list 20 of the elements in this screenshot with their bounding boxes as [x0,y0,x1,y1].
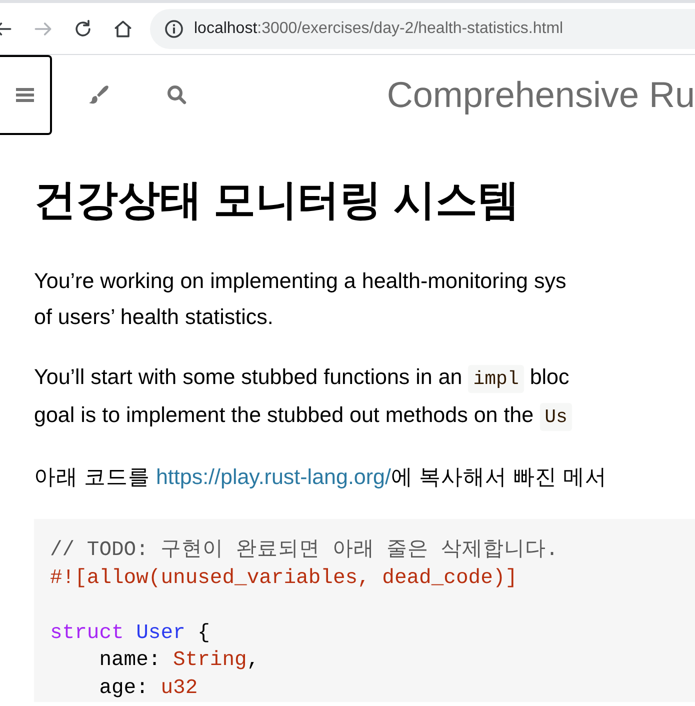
code-line: struct User { [50,620,211,647]
paintbrush-icon [88,84,110,106]
menu-button[interactable] [0,55,52,135]
code-line: age: u32 [98,676,199,702]
url-text: localhost:3000/exercises/day-2/health-statistics.html [194,18,564,38]
inline-code: impl [468,365,524,394]
address-bar[interactable]: localhost:3000/exercises/day-2/health-statistics.html [150,8,695,48]
code-line: name: String, [98,648,260,674]
code-line: // TODO: 구현이 완료되면 아래 줄은 삭제합니다. [50,538,560,564]
menu-icon [15,86,35,104]
paragraph: 아래 코드를 https://play.rust-lang.org/에 복사해서 빠진 메서 [34,464,608,492]
paragraph: You’re working on implementing a health-monitoring sys of users’ health statistics. [34,268,568,332]
search-icon [166,84,188,106]
page-heading: 건강상태 모니터링 시스템 [34,175,520,225]
info-icon [164,18,184,38]
inline-code: Us [540,403,572,432]
book-title: Comprehensive Ru [386,73,695,117]
paragraph: You’ll start with some stubbed functions in an impl bloc goal is to implement the stubbed out methods on the Us [34,359,695,436]
link[interactable]: https://play.rust-lang.org/ [156,465,391,490]
code-line: #![allow(unused_variables, dead_code)] [50,566,518,592]
